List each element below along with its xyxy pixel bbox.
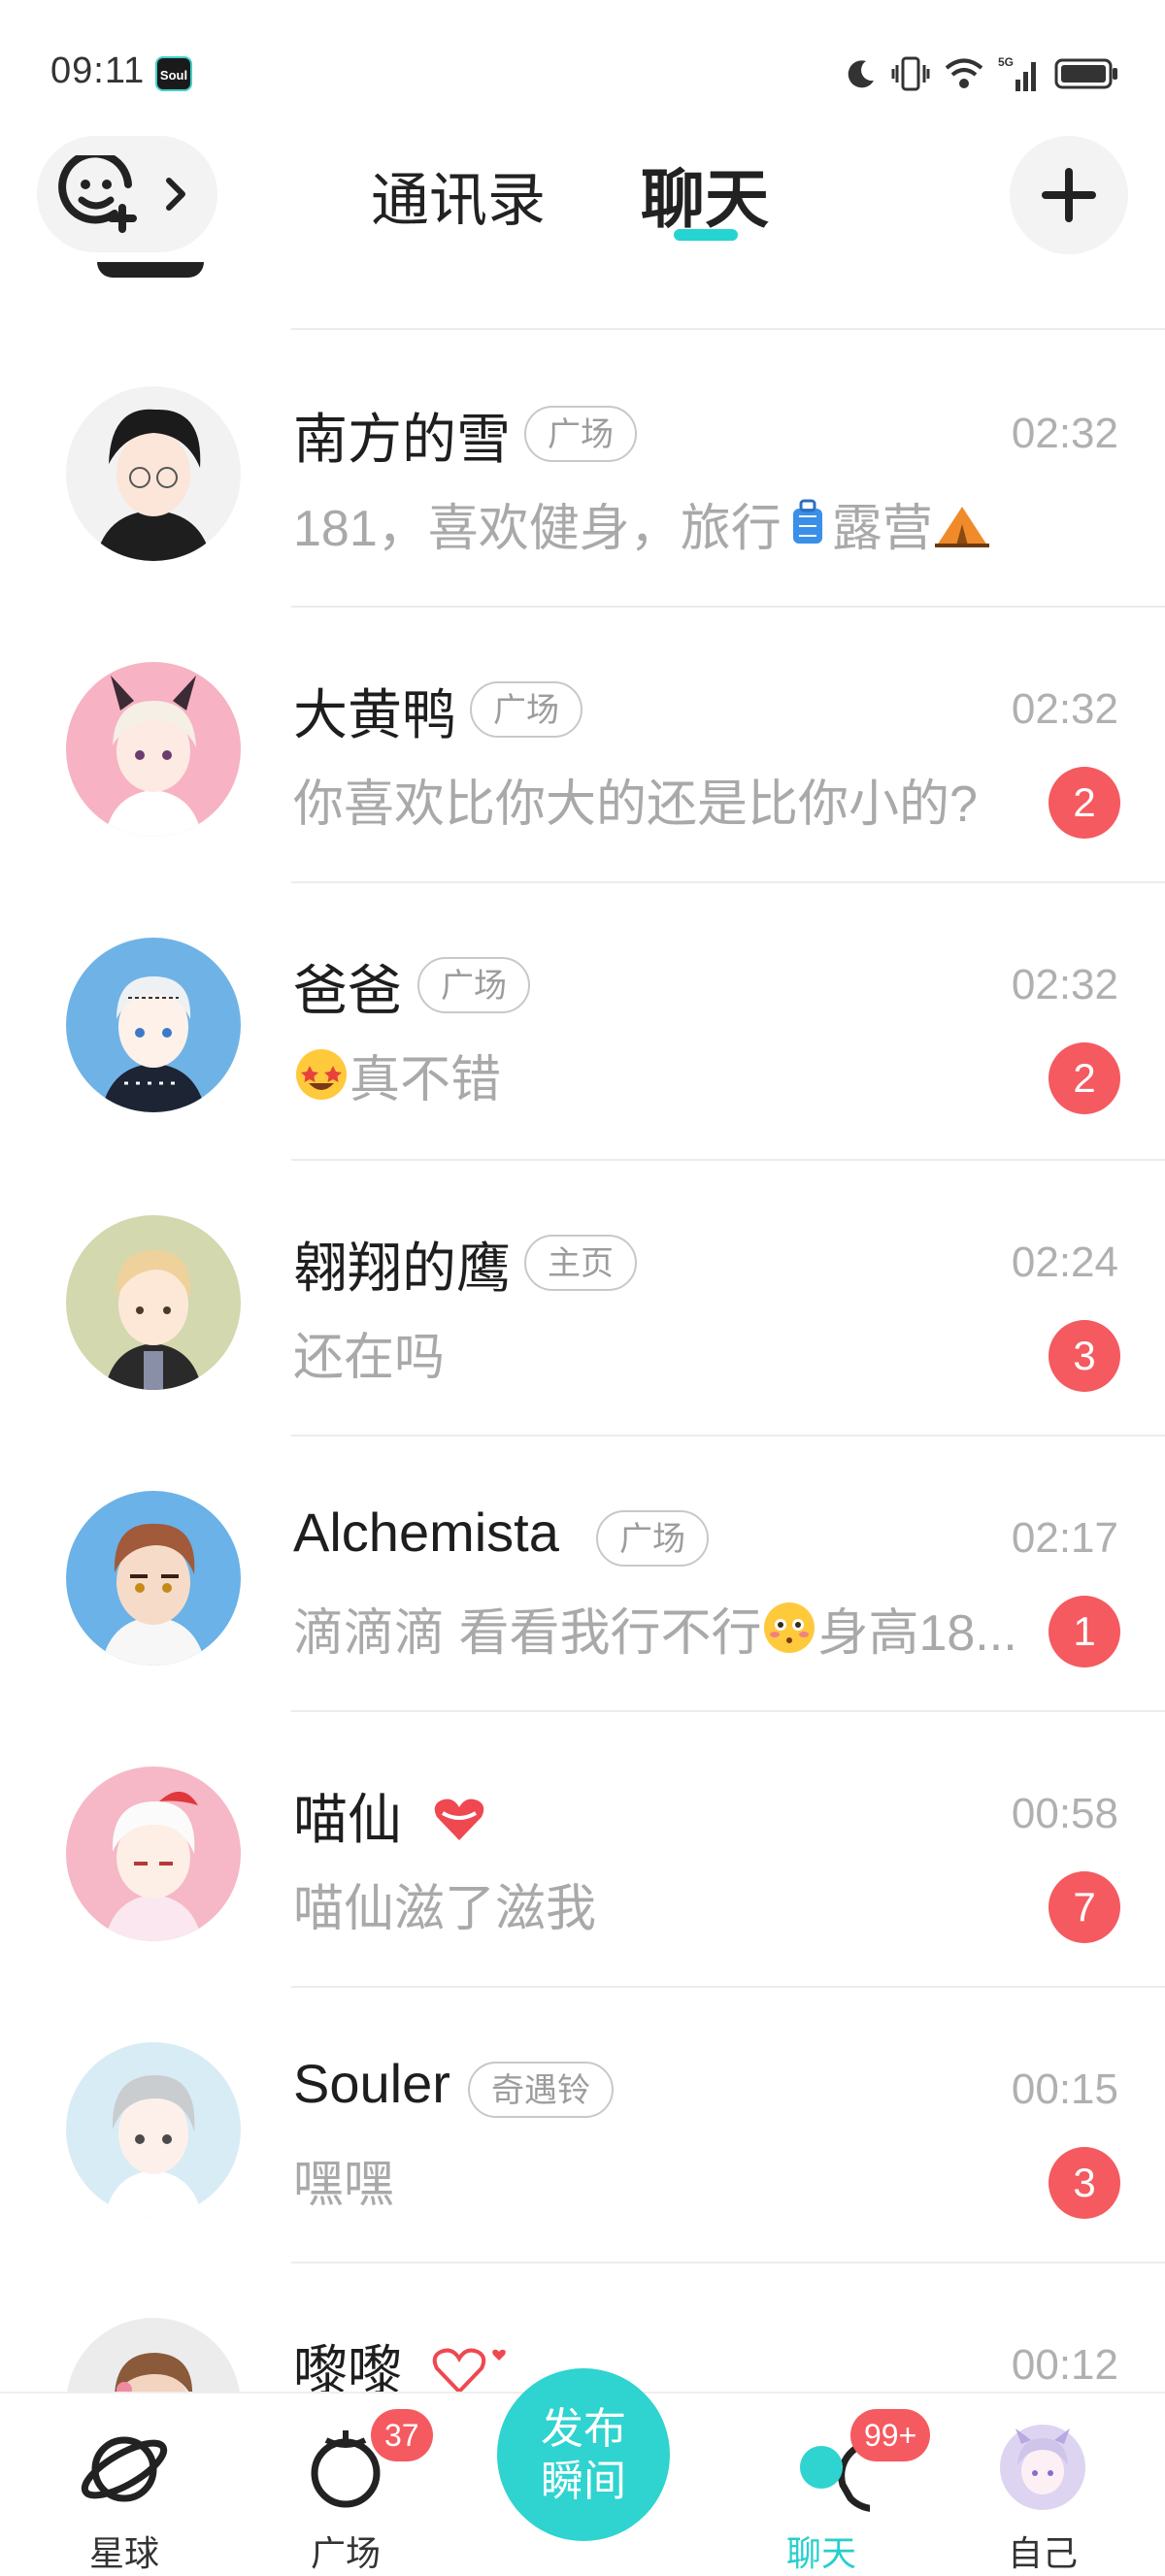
nav-label: 广场 (310, 2533, 381, 2573)
contact-name: Souler (293, 2053, 450, 2114)
heart-outline-icon (432, 2348, 506, 2394)
nav-label: 聊天 (785, 2533, 856, 2573)
add-friend-button[interactable] (37, 136, 217, 252)
battery-icon (1054, 58, 1117, 89)
avatar (66, 1767, 241, 1941)
timestamp: 02:32 (1011, 685, 1118, 733)
timestamp: 02:32 (1011, 961, 1118, 1008)
planet-icon (81, 2436, 168, 2502)
soul-app-icon: Soul (155, 56, 192, 91)
contact-name: Alchemista (293, 1502, 559, 1563)
timestamp: 00:58 (1011, 1790, 1118, 1837)
publish-label-line1: 发布 (541, 2405, 626, 2453)
timestamp: 00:12 (1011, 2341, 1118, 2389)
vibrate-icon (891, 56, 930, 91)
status-bar: 09:11 Soul 5G (0, 0, 1165, 136)
source-tag: 奇遇铃 (468, 2062, 614, 2118)
tab-chat[interactable]: 聊天 (641, 148, 769, 241)
nav-square[interactable]: 37 广场 (258, 2394, 433, 2576)
avatar (66, 1491, 241, 1666)
chat-row[interactable]: 翱翔的鹰 主页 02:24 还在吗 3 (0, 1161, 1165, 1437)
source-tag: 主页 (524, 1235, 637, 1291)
nav-planet[interactable]: 星球 (37, 2394, 212, 2576)
publish-moment-button[interactable]: 发布 瞬间 (497, 2368, 670, 2541)
timestamp: 00:15 (1011, 2065, 1118, 2113)
nav-badge: 37 (371, 2409, 433, 2461)
timestamp: 02:24 (1011, 1238, 1118, 1286)
message-preview: 滴滴滴 看看我行不行 身高18... (293, 1592, 1031, 1665)
status-icons: 5G (845, 52, 1118, 95)
chat-row[interactable]: 喵仙 00:58 喵仙滋了滋我 7 (0, 1712, 1165, 1988)
avatar (66, 662, 241, 837)
publish-label-line2: 瞬间 (541, 2458, 626, 2505)
avatar (66, 386, 241, 561)
tent-icon (934, 507, 989, 547)
message-preview: 嘿嘿 (293, 2157, 395, 2213)
divider (291, 328, 1165, 330)
plus-button[interactable] (1010, 136, 1128, 254)
unread-badge: 2 (1048, 1042, 1120, 1114)
luggage-icon (792, 499, 822, 544)
avatar-icon (1000, 2425, 1085, 2510)
svg-text:5G: 5G (998, 55, 1014, 69)
message-preview: 真不错 (293, 1039, 1031, 1111)
source-tag: 广场 (417, 957, 530, 1013)
nav-me[interactable]: 自己 (955, 2394, 1130, 2576)
contact-name: 爸爸 (293, 960, 402, 1021)
message-preview: 181，喜欢健身，旅行 露营 (293, 487, 1031, 560)
wifi-icon (945, 58, 983, 88)
clock: 09:11 (50, 50, 146, 91)
signal-icon: 5G (998, 55, 1036, 91)
timestamp: 02:17 (1011, 1514, 1118, 1562)
unread-badge: 2 (1048, 767, 1120, 839)
message-preview: 喵仙滋了滋我 (293, 1881, 597, 1937)
contact-name: 大黄鸭 (293, 684, 456, 745)
source-tag: 广场 (524, 406, 637, 462)
source-tag: 广场 (470, 681, 582, 738)
heart-icon (434, 1799, 484, 1840)
star-struck-emoji-icon (296, 1049, 347, 1100)
partial-avatar (97, 262, 204, 278)
avatar (66, 1215, 241, 1390)
avatar (66, 938, 241, 1112)
smiley-add-icon (58, 155, 137, 233)
chat-row[interactable]: 爸爸 广场 02:32 真不错 2 (0, 883, 1165, 1159)
contact-name: 南方的雪 (293, 409, 511, 470)
flushed-emoji-icon (764, 1602, 816, 1653)
avatar (66, 2042, 241, 2217)
unread-badge: 3 (1048, 1320, 1120, 1392)
nav-chat[interactable]: 99+ 聊天 (734, 2394, 931, 2576)
chat-row[interactable]: Souler 奇遇铃 00:15 嘿嘿 3 (0, 1988, 1165, 2263)
timestamp: 02:32 (1011, 410, 1118, 457)
unread-badge: 1 (1048, 1596, 1120, 1668)
header: 通讯录 聊天 (0, 136, 1165, 262)
message-preview: 你喜欢比你大的还是比你小的? (293, 776, 978, 833)
unread-badge: 3 (1048, 2147, 1120, 2219)
contact-name: 喵仙 (293, 1789, 402, 1850)
chat-row[interactable]: 南方的雪 广场 02:32 181，喜欢健身，旅行 露营 (0, 332, 1165, 608)
message-preview: 还在吗 (293, 1330, 446, 1386)
contact-name: 翱翔的鹰 (293, 1238, 511, 1299)
unread-badge: 7 (1048, 1871, 1120, 1943)
moon-icon (848, 60, 874, 88)
source-tag: 广场 (596, 1510, 709, 1567)
nav-label: 自己 (1007, 2533, 1078, 2573)
chat-row[interactable]: Alchemista 广场 02:17 滴滴滴 看看我行不行 身高18... 1 (0, 1437, 1165, 1712)
chevron-right-icon (166, 178, 185, 211)
tab-contacts[interactable]: 通讯录 (371, 153, 546, 238)
plus-icon (1042, 168, 1096, 222)
chat-row[interactable]: 大黄鸭 广场 02:32 你喜欢比你大的还是比你小的? 2 (0, 608, 1165, 883)
nav-badge: 99+ (850, 2409, 931, 2461)
active-tab-indicator (674, 229, 738, 241)
nav-label: 星球 (88, 2533, 159, 2573)
bottom-nav: 星球 37 广场 发布 瞬间 99+ 聊天 自己 (0, 2368, 1165, 2576)
